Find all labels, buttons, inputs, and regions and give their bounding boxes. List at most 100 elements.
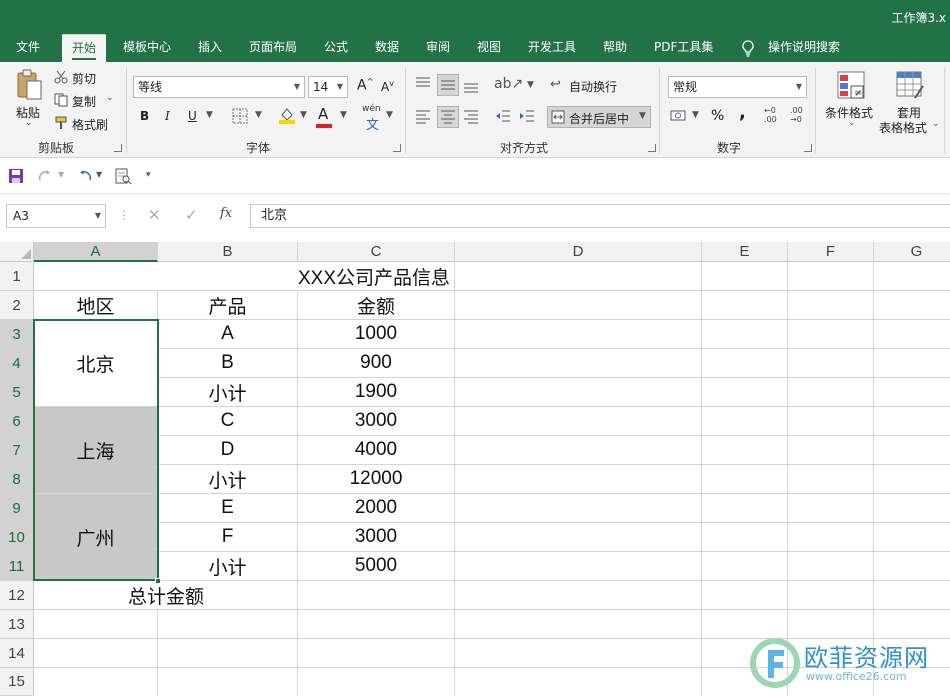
borders-dropdown-icon[interactable]: ▼ — [255, 110, 262, 120]
row-header-1[interactable]: 1 — [0, 262, 34, 291]
align-center-button[interactable] — [437, 106, 459, 128]
redo-dropdown-icon[interactable]: ▼ — [58, 170, 64, 179]
product-cell[interactable]: A — [158, 320, 297, 348]
confirm-entry-icon[interactable]: ✓ — [185, 206, 198, 224]
tab-home[interactable]: 开始 — [62, 34, 107, 62]
row-header-4[interactable]: 4 — [0, 349, 34, 378]
bold-button[interactable]: B — [140, 109, 149, 123]
font-name-select[interactable]: 等线 ▼ — [133, 76, 305, 98]
product-cell[interactable]: D — [158, 436, 297, 464]
align-left-icon[interactable] — [414, 108, 432, 124]
product-cell[interactable]: E — [158, 494, 297, 522]
font-color-button[interactable]: A — [318, 105, 328, 123]
total-label-cell[interactable]: 总计金额 — [34, 582, 298, 609]
insert-function-button[interactable]: fx — [220, 206, 232, 221]
number-launcher-icon[interactable] — [804, 144, 812, 152]
select-all-button[interactable] — [0, 242, 34, 262]
cancel-entry-icon[interactable]: ✕ — [148, 206, 161, 224]
worksheet-grid[interactable]: A B C D E F G 1 2 3 4 5 6 7 8 9 10 11 12… — [0, 242, 950, 696]
fill-color-dropdown-icon[interactable]: ▼ — [300, 110, 307, 120]
amount-cell[interactable]: 1900 — [298, 378, 454, 406]
clipboard-launcher-icon[interactable] — [114, 144, 122, 152]
increase-indent-icon[interactable] — [518, 108, 536, 124]
row-header-13[interactable]: 13 — [0, 610, 34, 639]
product-cell[interactable]: 小计 — [158, 552, 297, 580]
product-cell[interactable]: 小计 — [158, 465, 297, 493]
tab-page-layout[interactable]: 页面布局 — [239, 34, 307, 62]
row-header-11[interactable]: 11 — [0, 552, 34, 581]
column-header-a[interactable]: A — [34, 242, 158, 262]
align-top-icon[interactable] — [414, 76, 432, 92]
font-size-select[interactable]: 14 ▼ — [308, 76, 348, 98]
borders-icon[interactable] — [232, 108, 248, 124]
align-bottom-icon[interactable] — [462, 76, 480, 94]
column-header-c[interactable]: C — [298, 242, 455, 262]
row-header-3[interactable]: 3 — [0, 320, 34, 349]
product-cell[interactable]: B — [158, 349, 297, 377]
amount-cell[interactable]: 3000 — [298, 407, 454, 435]
underline-dropdown-icon[interactable]: ▼ — [206, 110, 213, 120]
row-header-7[interactable]: 7 — [0, 436, 34, 465]
wrap-text-button[interactable]: 自动换行 — [569, 78, 617, 95]
row-header-6[interactable]: 6 — [0, 407, 34, 436]
paste-icon[interactable] — [10, 68, 48, 102]
orientation-dropdown-icon[interactable]: ▼ — [527, 80, 534, 90]
amount-cell[interactable]: 1000 — [298, 320, 454, 348]
comma-style-button[interactable]: , — [739, 102, 746, 123]
fill-color-icon[interactable] — [278, 106, 296, 124]
save-icon[interactable] — [8, 168, 24, 184]
customize-qat-icon[interactable]: ▾ — [146, 170, 151, 180]
tab-template-center[interactable]: 模板中心 — [113, 34, 181, 62]
accounting-format-icon[interactable] — [670, 108, 688, 124]
amount-cell[interactable]: 2000 — [298, 494, 454, 522]
amount-cell[interactable]: 900 — [298, 349, 454, 377]
align-right-icon[interactable] — [462, 108, 480, 124]
copy-button[interactable]: 复制 — [72, 93, 96, 110]
amount-cell[interactable]: 4000 — [298, 436, 454, 464]
row-header-12[interactable]: 12 — [0, 581, 34, 610]
font-color-dropdown-icon[interactable]: ▼ — [340, 110, 347, 120]
row-header-8[interactable]: 8 — [0, 465, 34, 494]
decrease-font-size-button[interactable]: Av — [381, 79, 394, 94]
conditional-dropdown-icon[interactable]: ⌄ — [848, 118, 856, 128]
increase-decimal-icon[interactable]: ←0.00 — [764, 106, 777, 124]
format-painter-button[interactable]: 格式刷 — [72, 116, 108, 133]
undo-dropdown-icon[interactable]: ▼ — [96, 170, 102, 179]
tab-formulas[interactable]: 公式 — [314, 34, 358, 62]
name-box[interactable]: A3 ▼ — [6, 204, 106, 228]
column-header-b[interactable]: B — [158, 242, 298, 262]
phonetic-dropdown-icon[interactable]: ▼ — [386, 110, 393, 120]
percent-style-button[interactable]: % — [711, 108, 724, 124]
number-format-select[interactable]: 常规 ▼ — [668, 76, 807, 98]
tab-review[interactable]: 审阅 — [416, 34, 460, 62]
print-preview-icon[interactable] — [114, 167, 132, 185]
amount-cell[interactable]: 5000 — [298, 552, 454, 580]
column-header-e[interactable]: E — [702, 242, 788, 262]
column-header-g[interactable]: G — [874, 242, 950, 262]
paste-dropdown-icon[interactable]: ⌄ — [25, 118, 33, 128]
format-as-table-dropdown-icon[interactable]: ⌄ — [932, 119, 940, 129]
tell-me-search[interactable]: 操作说明搜索 — [758, 34, 850, 62]
product-cell[interactable]: F — [158, 523, 297, 551]
sheet-title-cell[interactable]: XXX公司产品信息 — [34, 262, 454, 290]
product-cell[interactable]: 小计 — [158, 378, 297, 406]
phonetic-guide-button[interactable]: wén — [362, 104, 381, 114]
row-header-9[interactable]: 9 — [0, 494, 34, 523]
column-header-f[interactable]: F — [788, 242, 874, 262]
align-middle-button[interactable] — [437, 74, 459, 96]
row-header-15[interactable]: 15 — [0, 668, 34, 696]
cut-button[interactable]: 剪切 — [72, 70, 96, 87]
increase-font-size-button[interactable]: A^ — [357, 77, 373, 94]
tab-help[interactable]: 帮助 — [593, 34, 637, 62]
format-as-table-line2[interactable]: 表格格式 — [879, 119, 927, 136]
underline-button[interactable]: U — [188, 109, 197, 123]
merge-dropdown-icon[interactable]: ▼ — [639, 111, 646, 121]
orientation-icon[interactable]: ab↗ — [494, 76, 523, 92]
product-cell[interactable]: C — [158, 407, 297, 435]
header-product-cell[interactable]: 产品 — [158, 291, 297, 319]
row-header-5[interactable]: 5 — [0, 378, 34, 407]
row-header-2[interactable]: 2 — [0, 291, 34, 320]
accounting-dropdown-icon[interactable]: ▼ — [692, 110, 699, 120]
header-amount-cell[interactable]: 金额 — [298, 291, 454, 319]
column-header-d[interactable]: D — [455, 242, 702, 262]
